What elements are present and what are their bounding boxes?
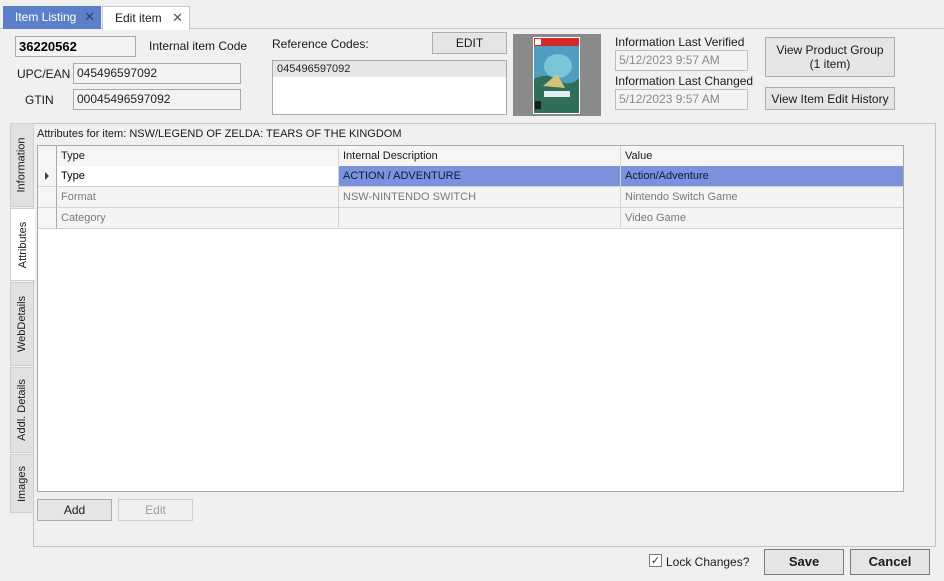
current-row-arrow-icon xyxy=(45,172,49,180)
close-icon[interactable]: ✕ xyxy=(84,6,95,28)
tab-attributes-label: Attributes xyxy=(17,221,29,268)
attributes-item-name: NSW/LEGEND OF ZELDA: TEARS OF THE KINGDO… xyxy=(129,128,402,140)
upc-field[interactable]: 045496597092 xyxy=(73,63,241,84)
cell-type[interactable]: Type xyxy=(57,166,339,187)
column-header-type[interactable]: Type xyxy=(57,146,339,167)
tab-item-listing-label: Item Listing xyxy=(15,10,77,24)
tab-images-label: Images xyxy=(16,465,29,502)
gtin-field[interactable]: 00045496597092 xyxy=(73,89,241,110)
edit-attribute-button[interactable]: Edit xyxy=(118,499,193,521)
reference-codes-label: Reference Codes: xyxy=(272,37,369,51)
attributes-title: Attributes for item: NSW/LEGEND OF ZELDA… xyxy=(37,127,402,141)
tab-item-listing[interactable]: Item Listing ✕ xyxy=(3,6,101,29)
view-product-group-button[interactable]: View Product Group (1 item) xyxy=(765,37,895,77)
cell-type[interactable]: Format xyxy=(57,187,339,208)
cell-internal-description[interactable]: NSW-NINTENDO SWITCH xyxy=(339,187,621,208)
cell-value[interactable]: Nintendo Switch Game xyxy=(621,187,903,208)
tab-information-label: Information xyxy=(16,137,28,193)
view-item-edit-history-button[interactable]: View Item Edit History xyxy=(765,87,895,110)
cell-internal-description[interactable]: ACTION / ADVENTURE xyxy=(339,166,621,187)
gtin-label: GTIN xyxy=(25,93,54,107)
save-button[interactable]: Save xyxy=(764,549,844,575)
table-row[interactable]: Format NSW-NINTENDO SWITCH Nintendo Swit… xyxy=(38,187,903,208)
last-changed-label: Information Last Changed xyxy=(615,74,754,88)
tab-addl-details-label: Addl. Details xyxy=(16,379,29,441)
edit-reference-codes-button[interactable]: EDIT xyxy=(432,32,507,54)
lock-changes-label: Lock Changes? xyxy=(666,555,750,569)
row-selector[interactable] xyxy=(38,166,57,187)
grid-header-row: Type Internal Description Value xyxy=(38,146,903,167)
game-cover-image xyxy=(513,34,601,116)
last-changed-field: 5/12/2023 9:57 AM xyxy=(615,89,748,110)
tab-webdetails-label: WebDetails xyxy=(16,295,29,353)
cell-internal-description[interactable] xyxy=(339,208,621,229)
reference-codes-list[interactable]: 045496597092 xyxy=(272,60,507,115)
table-row[interactable]: Type ACTION / ADVENTURE Action/Adventure xyxy=(38,166,903,187)
upc-label: UPC/EAN xyxy=(17,67,71,81)
table-row[interactable]: Category Video Game xyxy=(38,208,903,229)
column-header-internal-description[interactable]: Internal Description xyxy=(339,146,621,167)
tab-information[interactable]: Information xyxy=(10,123,34,207)
add-attribute-button[interactable]: Add xyxy=(37,499,112,521)
side-tab-strip: Information Attributes WebDetails Addl. … xyxy=(10,123,35,513)
tab-webdetails[interactable]: WebDetails xyxy=(10,282,34,366)
view-product-group-count: (1 item) xyxy=(809,57,851,71)
close-icon[interactable]: ✕ xyxy=(172,7,183,29)
last-verified-field: 5/12/2023 9:57 AM xyxy=(615,50,748,71)
row-selector-header xyxy=(38,146,57,167)
last-verified-label: Information Last Verified xyxy=(615,35,745,49)
attributes-title-prefix: Attributes for item: xyxy=(37,128,127,140)
cell-type[interactable]: Category xyxy=(57,208,339,229)
view-product-group-label: View Product Group xyxy=(776,43,884,57)
column-header-value[interactable]: Value xyxy=(621,146,903,167)
lock-changes-checkbox[interactable]: ✓ xyxy=(649,554,662,567)
item-code-field[interactable]: 36220562 xyxy=(15,36,136,57)
tab-attributes[interactable]: Attributes xyxy=(10,208,35,281)
cell-value[interactable]: Action/Adventure xyxy=(621,166,903,187)
tab-edit-item[interactable]: Edit item ✕ xyxy=(102,6,190,30)
product-thumbnail xyxy=(513,34,601,116)
item-code-label: Internal item Code xyxy=(149,39,248,53)
cancel-button[interactable]: Cancel xyxy=(850,549,930,575)
cell-value[interactable]: Video Game xyxy=(621,208,903,229)
row-selector[interactable] xyxy=(38,208,57,229)
attributes-grid[interactable]: Type Internal Description Value Type ACT… xyxy=(37,145,904,492)
tab-edit-item-label: Edit item xyxy=(115,11,162,25)
checkmark-icon: ✓ xyxy=(650,555,661,567)
list-item[interactable]: 045496597092 xyxy=(273,61,506,77)
tab-images[interactable]: Images xyxy=(10,454,34,513)
tab-addl-details[interactable]: Addl. Details xyxy=(10,367,34,453)
row-selector[interactable] xyxy=(38,187,57,208)
